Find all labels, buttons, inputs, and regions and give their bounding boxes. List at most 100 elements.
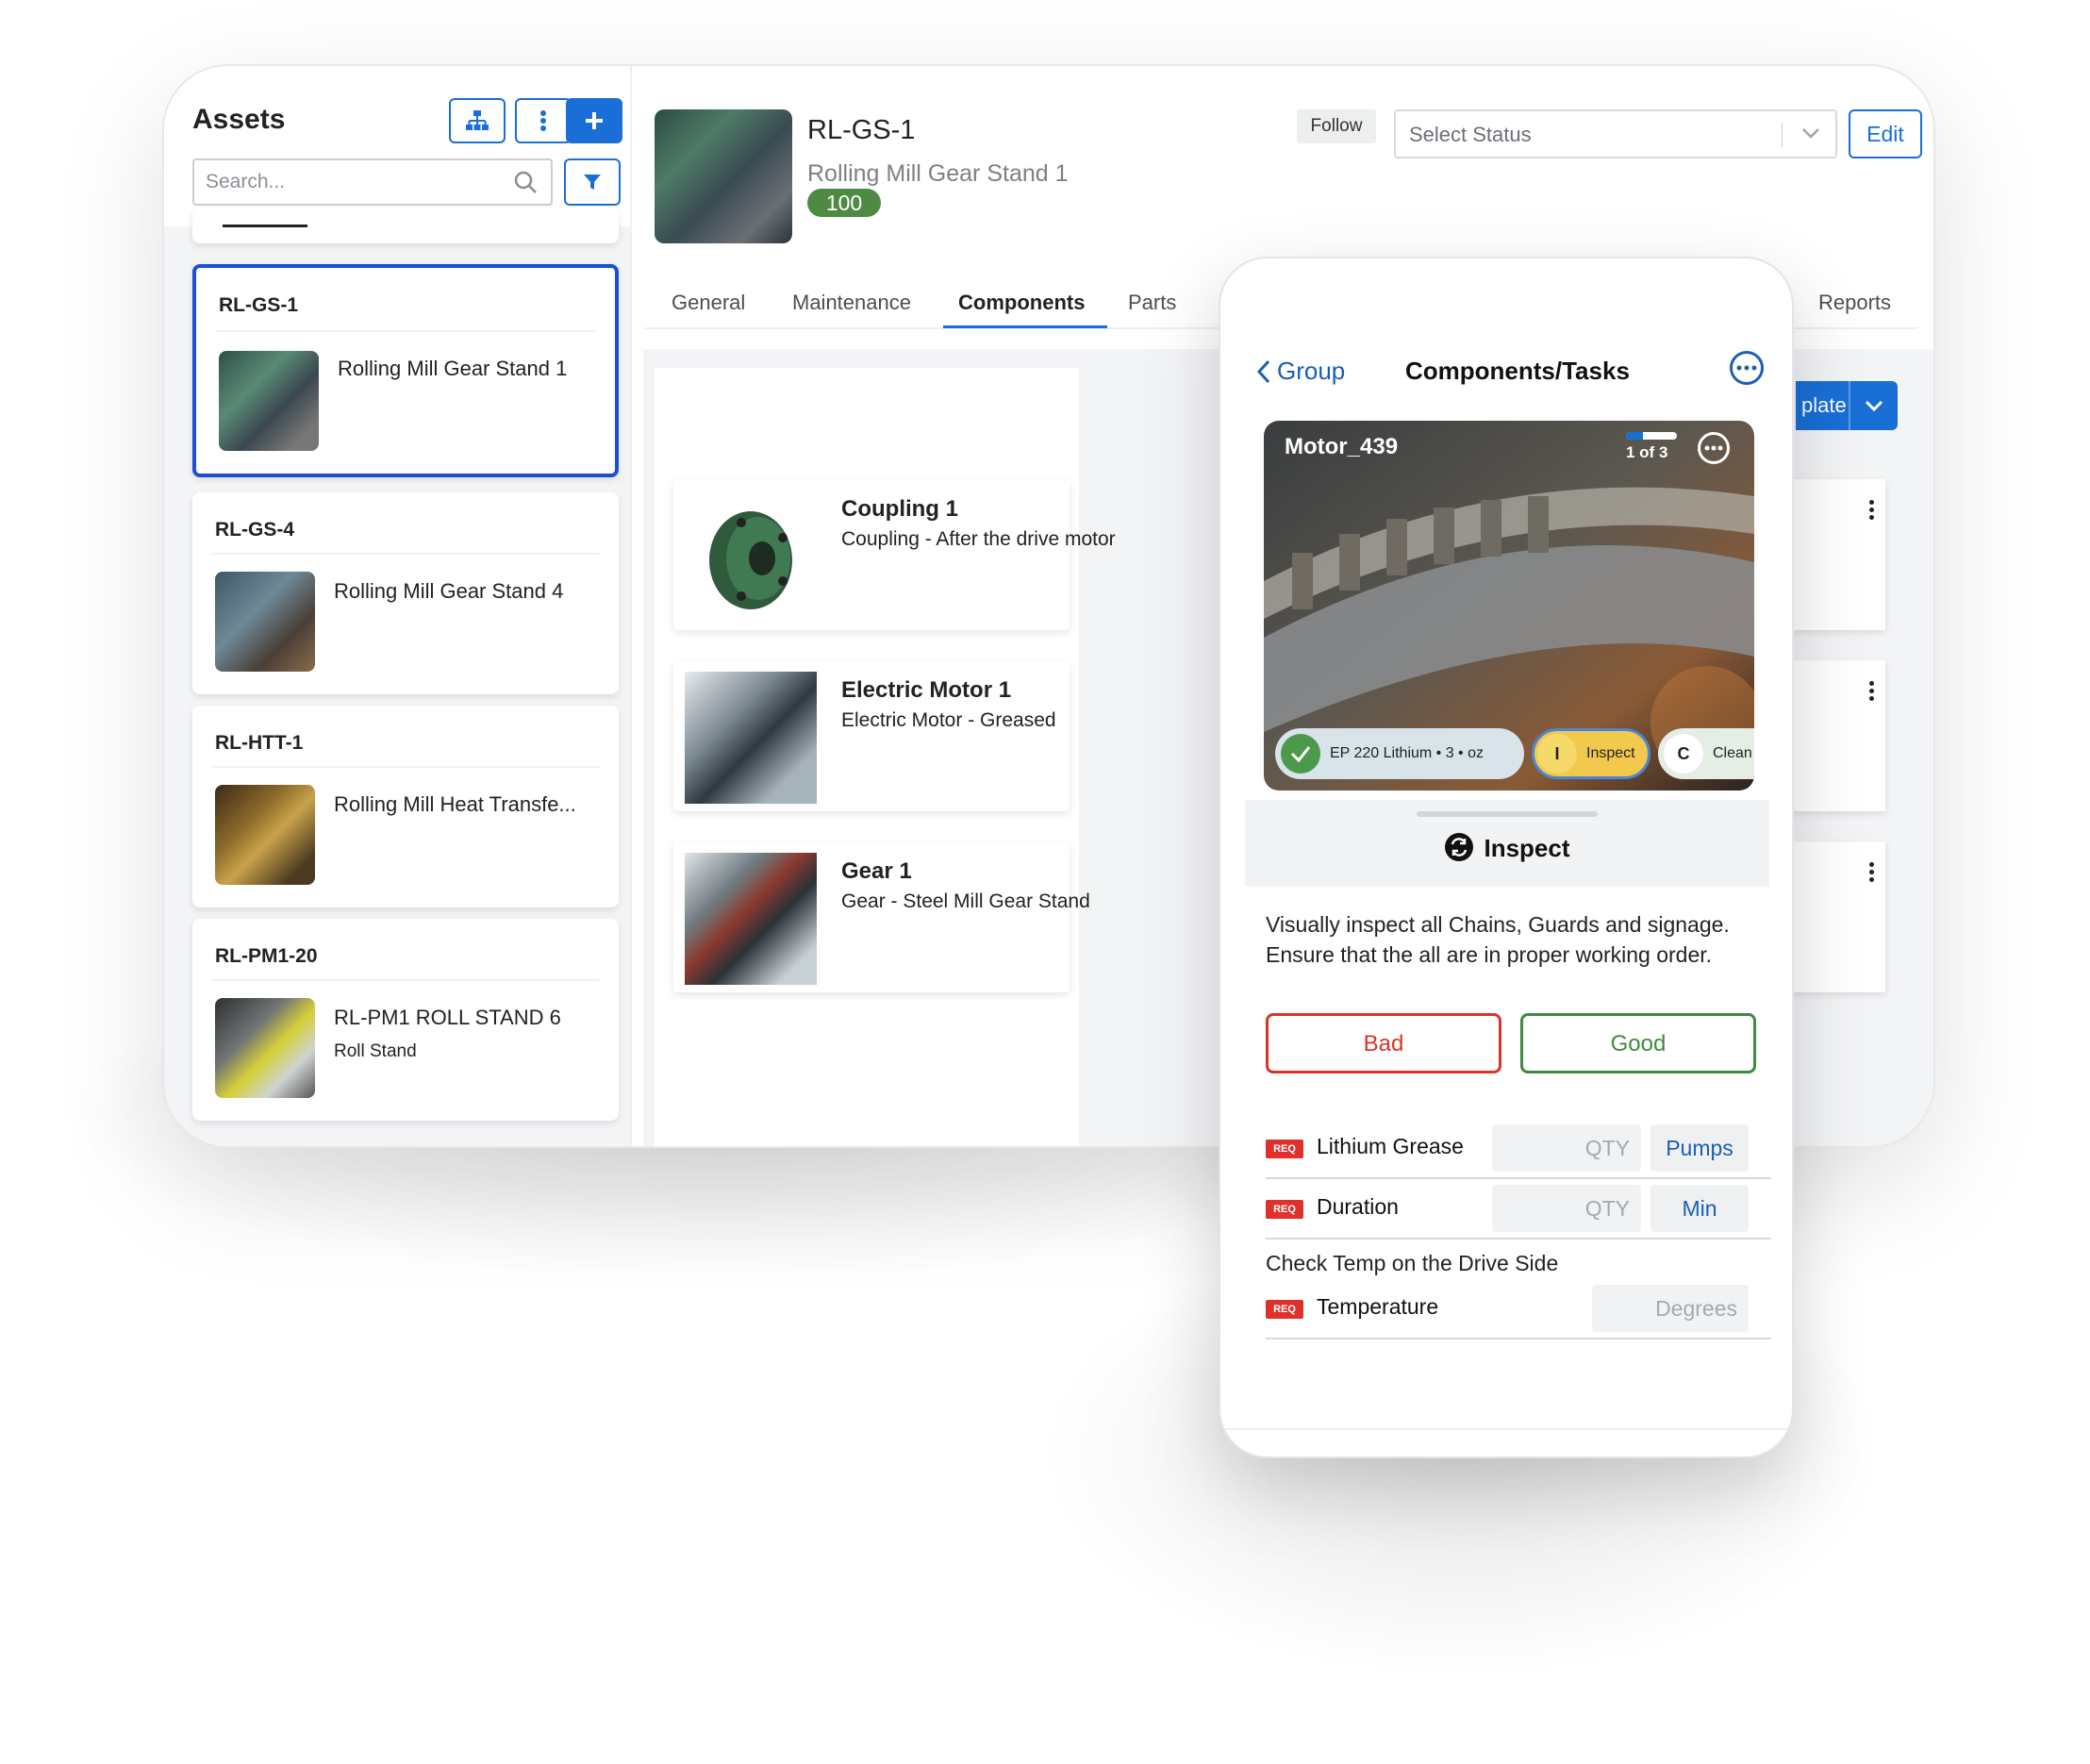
hierarchy-icon bbox=[466, 110, 489, 130]
more-button[interactable] bbox=[1730, 351, 1764, 385]
field-row-temperature: REQ Temperature Degrees bbox=[1266, 1279, 1771, 1340]
template-button-label: plate bbox=[1801, 393, 1847, 417]
filter-icon bbox=[584, 175, 601, 190]
asset-type: Roll Stand bbox=[334, 1041, 417, 1061]
chip-label: Inspect bbox=[1586, 745, 1635, 761]
inspect-icon bbox=[1445, 833, 1474, 861]
required-badge: REQ bbox=[1266, 1300, 1303, 1319]
component-card-gear[interactable]: Gear 1 Gear - Steel Mill Gear Stand bbox=[673, 841, 1090, 992]
field-label: Lithium Grease bbox=[1317, 1134, 1464, 1158]
component-card-electric-motor[interactable]: Electric Motor 1 Electric Motor - Grease… bbox=[673, 660, 1070, 811]
asset-card-rl-pm1-20[interactable]: RL-PM1-20 RL-PM1 ROLL STAND 6 Roll Stand bbox=[192, 919, 619, 1121]
back-button[interactable]: Group bbox=[1256, 357, 1345, 386]
card-divider bbox=[215, 330, 596, 332]
required-badge: REQ bbox=[1266, 1200, 1303, 1219]
chip-label: Clean bbox=[1713, 745, 1752, 761]
kebab-icon[interactable] bbox=[1869, 681, 1875, 704]
asset-photo bbox=[655, 109, 792, 243]
component-card-coupling[interactable]: Coupling 1 Coupling - After the drive mo… bbox=[673, 479, 1116, 630]
task-title: Inspect bbox=[1245, 832, 1769, 863]
filter-button[interactable] bbox=[564, 158, 621, 206]
asset-thumbnail bbox=[215, 998, 315, 1098]
gear-image bbox=[685, 853, 817, 985]
search-icon[interactable] bbox=[513, 170, 538, 194]
field-label: Temperature bbox=[1317, 1294, 1439, 1319]
tab-reports[interactable]: Reports bbox=[1818, 291, 1891, 315]
chip-label: EP 220 Lithium • 3 • oz bbox=[1330, 745, 1484, 761]
page-title: RL-GS-1 bbox=[807, 115, 916, 145]
degrees-input[interactable]: Degrees bbox=[1592, 1285, 1749, 1332]
unit-label: Min bbox=[1650, 1185, 1749, 1232]
task-chip-inspect[interactable]: I Inspect bbox=[1532, 728, 1650, 779]
asset-card-rl-gs-4[interactable]: RL-GS-4 Rolling Mill Gear Stand 4 bbox=[192, 492, 619, 694]
asset-list: RL-GS-1 Rolling Mill Gear Stand 1 RL-GS-… bbox=[164, 208, 630, 1146]
tab-components[interactable]: Components bbox=[958, 291, 1085, 315]
task-chip-clean[interactable]: C Clean bbox=[1658, 728, 1754, 779]
component-description: Electric Motor - Greased bbox=[841, 709, 1056, 731]
asset-name: Rolling Mill Gear Stand 1 bbox=[338, 357, 568, 380]
bad-button[interactable]: Bad bbox=[1266, 1013, 1501, 1073]
asset-search bbox=[192, 158, 553, 206]
qty-input[interactable]: QTY bbox=[1492, 1185, 1641, 1232]
ellipsis-icon bbox=[1736, 365, 1757, 371]
search-input[interactable] bbox=[194, 160, 490, 204]
component-title: Coupling 1 bbox=[841, 496, 958, 522]
tab-maintenance[interactable]: Maintenance bbox=[792, 291, 911, 315]
asset-name: Rolling Mill Heat Transfe... bbox=[334, 792, 576, 816]
status-select[interactable]: Select Status bbox=[1394, 109, 1837, 158]
component-hero: Motor_439 1 of 3 EP 220 Lithium • 3 • oz… bbox=[1264, 421, 1754, 790]
add-asset-button[interactable] bbox=[566, 98, 622, 143]
list-item-partial[interactable] bbox=[192, 208, 619, 243]
follow-button[interactable]: Follow bbox=[1297, 109, 1376, 143]
asset-thumbnail bbox=[219, 351, 319, 451]
plus-icon bbox=[586, 112, 603, 129]
kebab-icon[interactable] bbox=[1869, 862, 1875, 885]
kebab-icon bbox=[540, 110, 546, 131]
bottom-divider bbox=[1220, 1428, 1792, 1430]
hero-more-button[interactable] bbox=[1698, 432, 1730, 464]
asset-id: RL-PM1-20 bbox=[215, 945, 318, 967]
electric-motor-image bbox=[685, 672, 817, 804]
component-description: Gear - Steel Mill Gear Stand bbox=[841, 890, 1090, 912]
chevron-left-icon bbox=[1256, 359, 1270, 383]
card-divider bbox=[211, 979, 600, 981]
ellipsis-icon bbox=[1704, 445, 1723, 451]
chevron-down-icon[interactable] bbox=[1864, 398, 1884, 413]
chevron-down-icon bbox=[1802, 128, 1819, 139]
asset-thumbnail bbox=[215, 785, 315, 885]
phone-title: Components/Tasks bbox=[1405, 357, 1630, 385]
hierarchy-button[interactable] bbox=[449, 98, 506, 143]
progress-bar bbox=[1626, 432, 1677, 440]
card-divider bbox=[211, 766, 600, 768]
asset-name: RL-PM1 ROLL STAND 6 bbox=[334, 1006, 561, 1029]
asset-card-rl-gs-1[interactable]: RL-GS-1 Rolling Mill Gear Stand 1 bbox=[192, 264, 619, 477]
asset-id: RL-GS-4 bbox=[215, 519, 294, 541]
tab-parts[interactable]: Parts bbox=[1128, 291, 1176, 315]
asset-card-rl-htt-1[interactable]: RL-HTT-1 Rolling Mill Heat Transfe... bbox=[192, 706, 619, 907]
more-options-button[interactable] bbox=[515, 98, 572, 143]
qty-input[interactable]: QTY bbox=[1492, 1124, 1641, 1172]
good-button[interactable]: Good bbox=[1520, 1013, 1756, 1073]
back-label: Group bbox=[1277, 357, 1346, 385]
asset-id: RL-GS-1 bbox=[219, 294, 298, 316]
task-title-label: Inspect bbox=[1484, 834, 1570, 862]
chip-letter-c: C bbox=[1664, 734, 1703, 774]
asset-subtitle: Rolling Mill Gear Stand 1 bbox=[807, 160, 1069, 187]
field-row-duration: REQ Duration QTY Min bbox=[1266, 1179, 1771, 1240]
edit-button[interactable]: Edit bbox=[1849, 109, 1922, 158]
asset-name: Rolling Mill Gear Stand 4 bbox=[334, 579, 564, 603]
sheet-handle[interactable] bbox=[1417, 811, 1598, 817]
tab-general[interactable]: General bbox=[672, 291, 745, 315]
button-divider bbox=[1849, 381, 1850, 430]
component-name: Motor_439 bbox=[1285, 434, 1399, 459]
field-row-lithium-grease: REQ Lithium Grease QTY Pumps bbox=[1266, 1119, 1771, 1179]
unit-label: Pumps bbox=[1650, 1124, 1749, 1172]
component-title: Gear 1 bbox=[841, 858, 912, 884]
required-badge: REQ bbox=[1266, 1140, 1303, 1158]
task-note: Check Temp on the Drive Side bbox=[1266, 1251, 1559, 1275]
component-description: Coupling - After the drive motor bbox=[841, 528, 1116, 550]
partial-divider bbox=[223, 225, 307, 227]
kebab-icon[interactable] bbox=[1869, 500, 1875, 523]
task-chip-lubricate[interactable]: EP 220 Lithium • 3 • oz bbox=[1275, 728, 1524, 779]
active-tab-indicator bbox=[943, 325, 1107, 328]
